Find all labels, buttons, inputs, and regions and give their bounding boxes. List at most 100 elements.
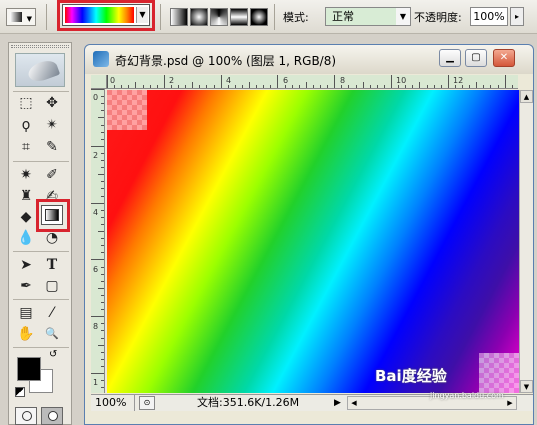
standard-mode-icon[interactable] xyxy=(15,407,37,425)
scroll-down-icon[interactable]: ▼ xyxy=(520,380,533,393)
minimize-button[interactable]: ▁ xyxy=(439,49,461,67)
crop-tool-icon[interactable]: ⌗ xyxy=(15,137,37,157)
chevron-down-icon[interactable]: ▼ xyxy=(136,7,148,23)
blur-tool-icon[interactable]: 💧 xyxy=(15,228,37,248)
ruler-tick xyxy=(334,75,336,88)
close-button[interactable]: ✕ xyxy=(493,49,515,67)
opacity-label: 不透明度: xyxy=(414,11,462,24)
ruler-label: 6 xyxy=(93,265,99,274)
scroll-right-icon[interactable]: ▶ xyxy=(504,397,516,409)
eraser-tool-icon[interactable]: ◆ xyxy=(15,207,37,227)
ruler-tick xyxy=(419,82,421,88)
ruler-tick xyxy=(101,294,104,296)
shape-tool-icon[interactable]: ▢ xyxy=(41,276,63,296)
ruler-tick xyxy=(391,75,392,88)
zoom-tool-icon[interactable]: 🔍 xyxy=(41,324,63,344)
ruler-tick xyxy=(447,75,449,88)
healing-brush-tool-icon[interactable]: ✷ xyxy=(15,165,37,185)
type-tool-icon[interactable]: T xyxy=(41,255,63,275)
maximize-button[interactable]: ▢ xyxy=(465,49,487,67)
divider xyxy=(46,4,47,30)
angle-gradient-icon[interactable] xyxy=(210,8,228,26)
ruler-tick xyxy=(101,337,104,339)
toolbox-grip[interactable] xyxy=(11,45,69,48)
horizontal-ruler[interactable]: 0 2 4 6 8 10 12 xyxy=(107,75,518,89)
ruler-tick xyxy=(101,266,104,268)
magic-wand-tool-icon[interactable]: ✴ xyxy=(41,115,63,135)
ruler-tick xyxy=(192,82,194,88)
gradient-tool-icon[interactable] xyxy=(41,205,63,225)
gradient-editor-swatch[interactable]: ▼ xyxy=(62,4,150,26)
move-tool-icon[interactable]: ✥ xyxy=(41,93,63,113)
ruler-tick xyxy=(199,85,201,88)
swap-colors-icon[interactable]: ↺ xyxy=(49,349,57,360)
opacity-input[interactable]: 100% xyxy=(470,7,508,26)
foreground-color-swatch[interactable] xyxy=(17,357,41,381)
ruler-tick xyxy=(241,85,243,88)
quick-mask-mode-icon[interactable] xyxy=(41,407,63,425)
ruler-tick xyxy=(362,82,364,88)
scroll-left-icon[interactable]: ◀ xyxy=(348,397,360,409)
ruler-tick xyxy=(91,259,104,261)
ruler-tick xyxy=(170,85,172,88)
ruler-tick xyxy=(101,280,104,282)
divider xyxy=(274,4,275,30)
document-size-info: 文档:351.6K/1.26M xyxy=(197,396,300,409)
vertical-scrollbar[interactable]: ▲ ▼ xyxy=(519,90,533,393)
ruler-tick xyxy=(305,82,307,88)
gradient-preview[interactable] xyxy=(65,7,134,23)
ruler-tick xyxy=(101,167,104,169)
marquee-tool-icon[interactable]: ⬚ xyxy=(15,93,37,113)
ruler-tick xyxy=(454,85,456,88)
ruler-tick xyxy=(101,245,104,247)
ruler-tick xyxy=(383,85,385,88)
ruler-tick xyxy=(98,174,104,176)
hand-tool-icon[interactable]: ✋ xyxy=(15,324,37,344)
ruler-tick xyxy=(376,85,378,88)
reflected-gradient-icon[interactable] xyxy=(230,8,248,26)
mode-select[interactable]: 正常 ▼ xyxy=(325,7,411,26)
pen-tool-icon[interactable]: ✒ xyxy=(15,276,37,296)
tool-preset-picker[interactable]: ▼ xyxy=(6,8,36,26)
vertical-ruler[interactable]: 0 2 4 6 8 1 xyxy=(91,89,105,393)
ruler-tick xyxy=(91,316,104,318)
zoom-level-field[interactable]: 100% xyxy=(91,395,135,411)
opacity-slider-arrow-icon[interactable]: ▸ xyxy=(510,7,524,26)
ruler-origin[interactable] xyxy=(91,75,107,89)
clone-stamp-tool-icon[interactable]: ♜ xyxy=(15,186,37,206)
divider xyxy=(13,91,69,92)
scroll-up-icon[interactable]: ▲ xyxy=(520,90,533,103)
ruler-tick xyxy=(270,85,272,88)
dodge-tool-icon[interactable]: ◔ xyxy=(41,228,63,248)
notes-tool-icon[interactable]: ▤ xyxy=(15,303,37,323)
eyedropper-tool-icon[interactable]: ⁄ xyxy=(41,303,63,323)
ruler-tick xyxy=(101,238,104,240)
ruler-tick xyxy=(206,85,208,88)
default-colors-icon[interactable] xyxy=(15,387,25,397)
radial-gradient-icon[interactable] xyxy=(190,8,208,26)
ruler-tick xyxy=(98,231,104,232)
lasso-tool-icon[interactable]: ϙ xyxy=(15,115,37,135)
ruler-tick xyxy=(163,75,165,88)
brush-tool-icon[interactable]: ✐ xyxy=(41,165,63,185)
ruler-tick xyxy=(101,223,104,225)
ruler-tick xyxy=(256,85,258,88)
ruler-tick xyxy=(128,85,130,88)
chevron-down-icon[interactable]: ▼ xyxy=(396,8,410,25)
path-selection-tool-icon[interactable]: ➤ xyxy=(15,255,37,275)
status-options-icon[interactable]: ⊙ xyxy=(139,396,155,410)
photoshop-feather-logo[interactable] xyxy=(15,53,65,87)
ruler-tick xyxy=(101,323,104,325)
ruler-tick xyxy=(142,85,144,88)
diamond-gradient-icon[interactable] xyxy=(250,8,268,26)
slice-tool-icon[interactable]: ✎ xyxy=(41,137,63,157)
image-canvas[interactable] xyxy=(107,90,519,393)
ruler-tick xyxy=(355,85,357,88)
document-titlebar[interactable]: 奇幻背景.psd @ 100% (图层 1, RGB/8) ▁ ▢ ✕ xyxy=(85,45,533,74)
status-menu-arrow-icon[interactable]: ▶ xyxy=(334,395,341,411)
ruler-tick xyxy=(101,358,104,360)
ruler-tick xyxy=(185,85,187,88)
linear-gradient-icon[interactable] xyxy=(170,8,188,26)
ruler-tick xyxy=(98,344,104,346)
ruler-tick xyxy=(101,103,104,105)
